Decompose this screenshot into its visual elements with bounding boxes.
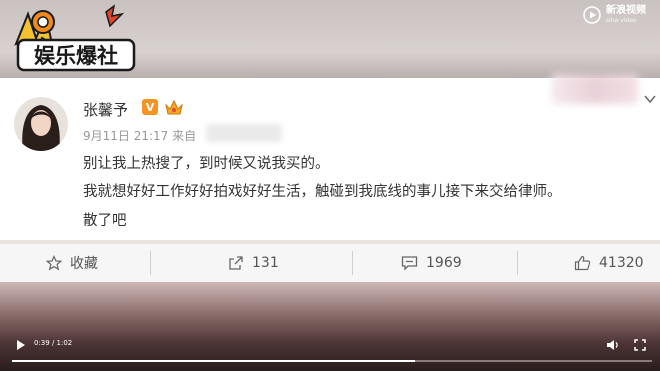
comment-icon [401,256,418,271]
comment-count: 1969 [426,255,462,271]
avatar[interactable] [14,97,68,151]
divider [352,251,353,275]
repost-button[interactable]: 131 [228,244,279,282]
repost-icon [229,256,243,270]
crown-icon [165,99,183,115]
blurred-region [552,74,638,104]
time-display: 0:39 / 1:02 [34,339,73,347]
post-meta: 9月11日 21:17 来自 [83,127,196,144]
progress-fill [12,360,415,362]
favorite-label: 收藏 [70,256,98,272]
blurred-source [206,124,282,142]
progress-bar[interactable] [12,360,652,362]
watermark-cn: 新浪视频 [606,5,646,16]
comment-button[interactable]: 1969 [401,244,462,282]
volume-icon[interactable] [606,339,620,351]
repost-count: 131 [252,255,279,271]
verified-badge: V [142,99,158,115]
program-logo: 娱乐爆社 [14,4,136,72]
post-date: 9月11日 [83,129,130,143]
post-text-line-1: 别让我上热搜了，到时候又说我买的。 [83,156,330,172]
chevron-down-icon[interactable] [644,94,656,104]
post-time: 21:17 [133,129,169,143]
video-frame[interactable]: 娱乐爆社 新浪视频 sina video 张馨予 V 9月11日 21:17 来… [0,0,660,371]
like-icon [574,255,591,271]
play-icon[interactable] [16,339,26,351]
watermark-en: sina video [606,17,637,24]
sina-logo-icon [583,6,601,24]
like-button[interactable]: 41320 [574,244,644,282]
sina-video-watermark: 新浪视频 sina video [583,6,646,24]
post-source-prefix: 来自 [172,129,197,143]
divider [150,251,151,275]
post-action-bar: 收藏 131 1969 41320 [0,244,660,282]
fullscreen-icon[interactable] [634,339,646,351]
like-count: 41320 [599,255,644,271]
star-icon [46,255,62,271]
author-name[interactable]: 张馨予 [83,99,128,120]
favorite-button[interactable]: 收藏 [46,244,98,282]
logo-text: 娱乐爆社 [34,44,118,68]
divider [517,251,518,275]
video-player-controls [0,326,660,371]
post-text-line-3: 散了吧 [83,213,127,229]
post-text-line-2: 我就想好好工作好好拍戏好好生活，触碰到我底线的事儿接下来交给律师。 [83,184,562,200]
